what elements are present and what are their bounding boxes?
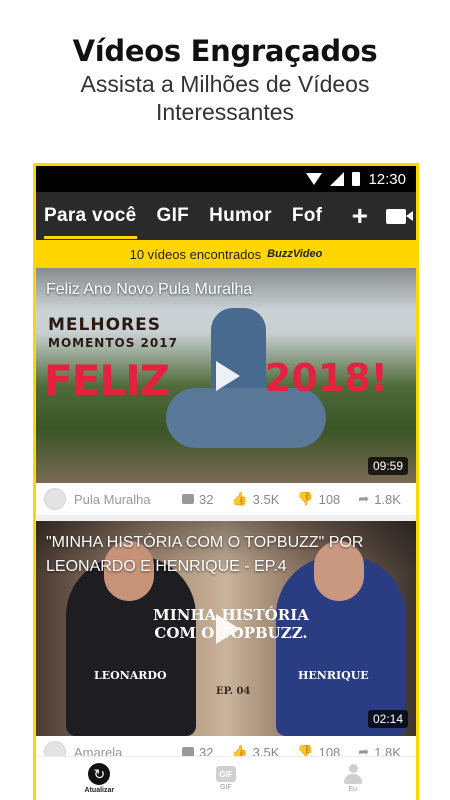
like-button[interactable]: 👍 3.5K	[231, 491, 279, 507]
play-icon[interactable]	[216, 613, 240, 644]
thumbnail-name-left: LEONARDO	[94, 669, 167, 682]
share-count: 1.8K	[374, 491, 401, 507]
bottom-nav-label: Atualizar	[84, 787, 115, 794]
bottom-nav: ↻ Atualizar GIF GIF Eu	[36, 756, 416, 800]
thumbnail-episode: EP. 04	[216, 686, 251, 697]
author-name[interactable]: Pula Muralha	[74, 492, 151, 507]
videos-found-banner: 10 vídeos encontrados BuzzVideo	[36, 240, 416, 268]
wifi-icon	[306, 173, 323, 185]
video-thumbnail[interactable]: MELHORES MOMENTOS 2017 FELIZ 2018! Feliz…	[36, 268, 416, 483]
status-bar: 12:30	[36, 166, 416, 192]
video-duration: 02:14	[367, 710, 408, 728]
dislike-button[interactable]: 👎 108	[297, 491, 340, 507]
comment-icon	[182, 494, 194, 504]
battery-icon	[352, 172, 361, 186]
gif-icon[interactable]: GIF	[215, 766, 236, 782]
bottom-nav-refresh[interactable]: ↻ Atualizar	[59, 763, 139, 794]
dislike-count: 108	[318, 491, 341, 507]
comment-count[interactable]: 32	[182, 492, 213, 507]
bottom-nav-label: Eu	[348, 786, 357, 793]
thumbnail-caption-line: MELHORES	[48, 315, 161, 335]
thumbs-up-icon: 👍	[231, 491, 248, 506]
videos-found-text: 10 vídeos encontrados	[129, 246, 262, 262]
thumbnail-caption-line: MOMENTOS 2017	[48, 336, 178, 350]
buzzvideo-logo: BuzzVideo	[267, 248, 323, 260]
thumbnail-caption-feliz: FELIZ	[44, 356, 170, 405]
promo-title: Vídeos Engraçados	[72, 34, 378, 68]
thumbnail-caption-year: 2018!	[264, 356, 388, 400]
tab-fofos[interactable]: Fof	[292, 205, 322, 227]
camera-icon[interactable]	[386, 208, 413, 224]
bottom-nav-label: GIF	[220, 784, 232, 791]
tab-gif[interactable]: GIF	[157, 205, 190, 227]
share-icon: ➦	[358, 491, 370, 506]
phone-frame: 12:30 Para você GIF Humor Fof + 10 vídeo…	[33, 163, 419, 800]
bottom-nav-me[interactable]: Eu	[313, 764, 393, 793]
thumbnail-caption: MELHORES MOMENTOS 2017	[48, 316, 178, 352]
play-icon[interactable]	[216, 360, 240, 391]
nav-actions: +	[337, 192, 416, 240]
like-count: 3.5K	[252, 491, 280, 507]
avatar[interactable]	[44, 488, 66, 510]
refresh-icon[interactable]: ↻	[88, 763, 111, 785]
bottom-nav-gif[interactable]: GIF GIF	[186, 766, 266, 791]
video-title[interactable]: "MINHA HISTÓRIA COM O TOPBUZZ" POR LEONA…	[46, 531, 406, 579]
video-title[interactable]: Feliz Ano Novo Pula Muralha	[46, 278, 406, 302]
share-button[interactable]: ➦ 1.8K	[358, 491, 401, 507]
video-meta-row: Pula Muralha 32 👍 3.5K 👎 108 ➦ 1.8K	[36, 483, 416, 515]
comment-count-value: 32	[199, 491, 214, 507]
thumbs-down-icon: 👎	[297, 491, 314, 506]
video-thumbnail[interactable]: MINHA HISTÓRIA COM O TOPBUZZ. LEONARDO H…	[36, 521, 416, 736]
plus-icon[interactable]: +	[352, 202, 368, 230]
user-icon[interactable]	[343, 764, 363, 784]
promo-subtitle: Assista a Milhões de Vídeos Interessante…	[80, 71, 370, 125]
video-author[interactable]: Pula Muralha	[44, 488, 164, 510]
tab-humor[interactable]: Humor	[209, 205, 272, 227]
signal-icon	[330, 172, 345, 186]
tab-para-voce[interactable]: Para você	[44, 205, 137, 239]
video-duration: 09:59	[367, 457, 408, 475]
status-time: 12:30	[368, 170, 406, 188]
category-tabs: Para você GIF Humor Fof +	[36, 192, 416, 240]
thumbnail-name-right: HENRIQUE	[298, 669, 369, 682]
app-screen: 12:30 Para você GIF Humor Fof + 10 vídeo…	[36, 166, 416, 800]
